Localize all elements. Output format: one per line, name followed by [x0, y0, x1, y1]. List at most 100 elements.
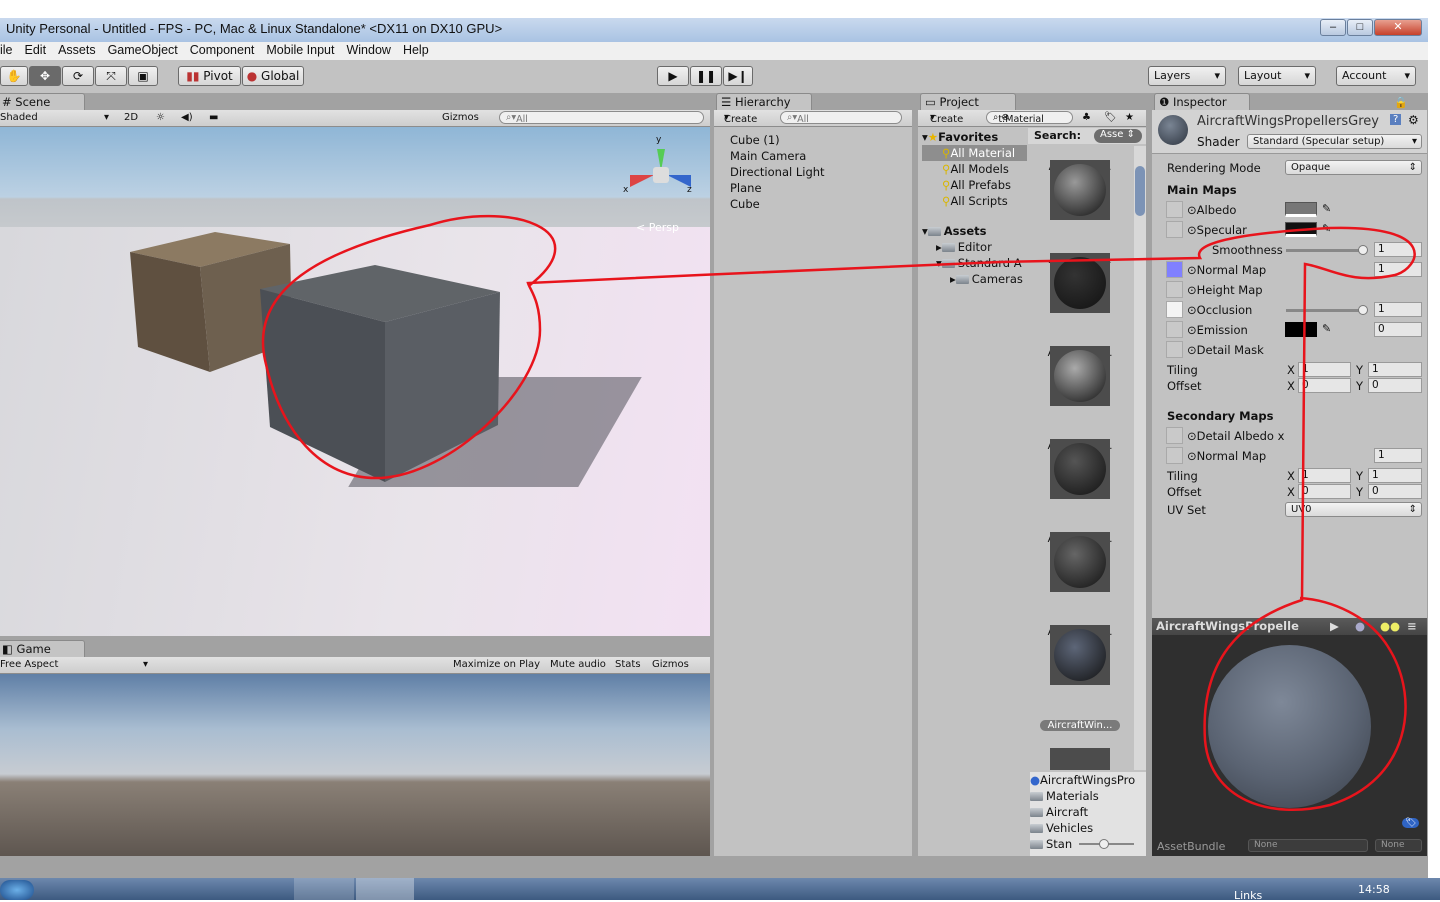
menu-mobile-input[interactable]: Mobile Input [260, 42, 340, 58]
maximize-button[interactable]: □ [1347, 19, 1373, 36]
smoothness-slider[interactable] [1286, 245, 1368, 255]
play-preview-icon[interactable]: ▶ [1330, 619, 1339, 633]
maximize-on-play-toggle[interactable]: Maximize on Play [453, 659, 540, 670]
aspect-dropdown[interactable]: Free Aspect [0, 659, 58, 670]
occlusion-field[interactable]: 1 [1374, 302, 1422, 317]
asset-thumbnail[interactable] [1050, 346, 1110, 406]
filter-by-label-icon[interactable]: 🏷 [1104, 112, 1117, 123]
fav-all-materials[interactable]: ⚲All Material [922, 145, 1027, 161]
sec-tiling-x-field[interactable]: 1 [1298, 468, 1351, 483]
slider-thumb[interactable] [1358, 305, 1368, 315]
tab-hierarchy[interactable]: ☰ Hierarchy [716, 93, 812, 110]
pivot-button[interactable]: ▮▮ Pivot [178, 66, 241, 86]
mute-audio-toggle[interactable]: Mute audio [550, 659, 606, 670]
smoothness-field[interactable]: 1 [1374, 242, 1422, 257]
effects-toggle-icon[interactable]: ▬ [209, 112, 218, 123]
menu-edit[interactable]: Edit [19, 42, 53, 58]
path-vehicles[interactable]: Vehicles [1030, 820, 1146, 836]
fav-all-models[interactable]: ⚲All Models [922, 161, 1027, 177]
hierarchy-item-directional-light[interactable]: Directional Light [730, 164, 825, 180]
albedo-texture-slot[interactable] [1166, 201, 1183, 218]
favorites-star-icon[interactable]: ★ [1125, 112, 1134, 123]
hierarchy-item-plane[interactable]: Plane [730, 180, 825, 196]
eyedropper-icon[interactable]: ✎ [1322, 202, 1331, 215]
emission-field[interactable]: 0 [1374, 322, 1422, 337]
rotate-tool-icon[interactable]: ⟳ [62, 66, 94, 86]
audio-toggle-icon[interactable]: ◀) [181, 112, 193, 123]
scene-viewport[interactable]: y x z < Persp [0, 127, 710, 636]
menu-assets[interactable]: Assets [52, 42, 102, 58]
stats-toggle[interactable]: Stats [615, 659, 641, 670]
menu-component[interactable]: Component [184, 42, 261, 58]
lock-icon[interactable]: 🔒 [1394, 96, 1408, 109]
thumbnail-size-slider[interactable] [1078, 839, 1134, 849]
move-tool-icon[interactable]: ✥ [29, 66, 61, 86]
secondary-normal-field[interactable]: 1 [1374, 448, 1422, 463]
rendering-mode-dropdown[interactable]: Opaque ⇕ [1285, 160, 1422, 175]
pause-button[interactable]: ❚❚ [690, 66, 722, 86]
layers-dropdown[interactable]: Layers ▾ [1148, 66, 1226, 86]
filter-by-type-icon[interactable]: ♣ [1082, 112, 1091, 123]
play-button[interactable]: ▶ [657, 66, 689, 86]
emission-map-slot[interactable] [1166, 321, 1183, 338]
path-standard[interactable]: Stan [1030, 836, 1146, 852]
path-material[interactable]: ●AircraftWingsPro [1030, 772, 1146, 788]
occlusion-map-slot[interactable] [1166, 301, 1183, 318]
lighting-toggle-icon[interactable]: ☼ [156, 112, 165, 123]
help-icon[interactable]: ? [1390, 114, 1402, 125]
scene-search-input[interactable]: ⌕▾ All [499, 111, 704, 125]
menu-gameobject[interactable]: GameObject [102, 42, 184, 58]
menu-help[interactable]: Help [397, 42, 435, 58]
eyedropper-icon[interactable]: ✎ [1322, 222, 1331, 235]
gizmos-dropdown[interactable]: Gizmos [442, 112, 479, 123]
shader-dropdown[interactable]: Standard (Specular setup) ▾ [1247, 134, 1422, 149]
asset-label-icon[interactable]: 🏷 [1402, 818, 1420, 828]
specular-color-swatch[interactable] [1285, 222, 1317, 237]
fav-all-scripts[interactable]: ⚲All Scripts [922, 193, 1027, 209]
hierarchy-create-button[interactable]: Create ▾ [724, 112, 757, 125]
emission-color-swatch[interactable] [1285, 322, 1317, 337]
asset-thumbnail[interactable] [1050, 160, 1110, 220]
tiling-y-field[interactable]: 1 [1368, 362, 1422, 377]
tiling-x-field[interactable]: 1 [1298, 362, 1351, 377]
tab-scene[interactable]: # Scene [0, 93, 85, 110]
shading-mode-dropdown[interactable]: Shaded [0, 112, 38, 123]
normal-map-slot[interactable] [1166, 261, 1183, 278]
specular-texture-slot[interactable] [1166, 221, 1183, 238]
close-button[interactable]: ✕ [1374, 19, 1422, 36]
asset-thumbnail[interactable] [1050, 625, 1110, 685]
project-create-button[interactable]: Create ▾ [930, 112, 963, 125]
step-button[interactable]: ▶❙ [723, 66, 753, 86]
offset-x-field[interactable]: 0 [1298, 378, 1351, 393]
detail-mask-slot[interactable] [1166, 341, 1183, 358]
sec-tiling-y-field[interactable]: 1 [1368, 468, 1422, 483]
asset-thumbnail[interactable] [1050, 439, 1110, 499]
albedo-color-swatch[interactable] [1285, 202, 1317, 217]
scale-tool-icon[interactable]: ⤧ [95, 66, 127, 86]
tab-inspector[interactable]: ❶ Inspector [1154, 93, 1250, 110]
game-gizmos-dropdown[interactable]: Gizmos [652, 659, 689, 670]
assets-node[interactable]: ▾ Assets [922, 223, 1027, 239]
tab-game[interactable]: ◧ Game [0, 640, 85, 657]
slider-thumb[interactable] [1358, 245, 1368, 255]
search-scope-dropdown[interactable]: Asse ⇕ [1094, 129, 1142, 143]
hierarchy-search-input[interactable]: ⌕▾ All [780, 111, 902, 125]
preview-sphere-icon[interactable]: ● [1355, 619, 1365, 633]
preview-menu-icon[interactable]: ≡ [1407, 619, 1417, 633]
hierarchy-item-cube[interactable]: Cube [730, 196, 825, 212]
favorites-node[interactable]: ▾★Favorites [922, 129, 1027, 145]
asset-thumbnail[interactable] [1050, 532, 1110, 592]
taskbar-app[interactable] [294, 878, 354, 900]
assetbundle-name-dropdown[interactable]: None [1248, 839, 1368, 852]
height-map-slot[interactable] [1166, 281, 1183, 298]
2d-toggle[interactable]: 2D [124, 112, 138, 123]
path-aircraft[interactable]: Aircraft [1030, 804, 1146, 820]
perspective-label[interactable]: < Persp [636, 221, 679, 234]
scene-orientation-gizmo[interactable]: y x z [623, 135, 695, 205]
start-button[interactable] [0, 880, 34, 900]
preview-sphere[interactable] [1208, 645, 1371, 808]
offset-y-field[interactable]: 0 [1368, 378, 1422, 393]
folder-0[interactable]: ▸ Cameras [950, 271, 1027, 287]
detail-albedo-slot[interactable] [1166, 427, 1183, 444]
taskbar-unity[interactable] [356, 878, 414, 900]
